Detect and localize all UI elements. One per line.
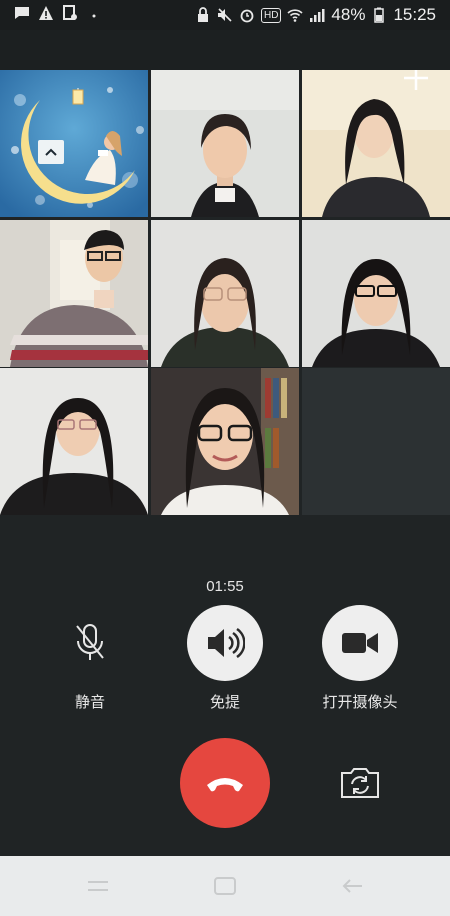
message-icon (15, 7, 29, 19)
participant-tile-3[interactable] (302, 70, 450, 217)
mute-circle[interactable] (52, 605, 128, 681)
video-camera-icon (342, 633, 378, 653)
participant-video-7 (0, 368, 148, 515)
camera-circle[interactable] (322, 605, 398, 681)
participant-tile-5[interactable] (151, 220, 299, 367)
wifi-icon (287, 9, 303, 22)
empty-tile (302, 368, 450, 515)
participant-tile-4[interactable] (0, 220, 148, 367)
mute-label: 静音 (74, 693, 105, 711)
participant-grid (0, 70, 450, 515)
plus-icon[interactable] (400, 70, 432, 94)
mute-button[interactable]: 静音 (30, 605, 150, 712)
chevron-up-icon (45, 148, 57, 156)
status-bar: HD 48% 15:25 (0, 0, 450, 30)
mute-notification-icon (217, 8, 232, 22)
speaker-circle[interactable] (187, 605, 263, 681)
battery-icon (374, 7, 385, 23)
participant-video-6 (302, 220, 450, 367)
camera-switch-icon[interactable] (338, 765, 382, 801)
system-nav-bar (0, 856, 450, 916)
back-icon[interactable] (336, 874, 368, 898)
participant-tile-7[interactable] (0, 368, 148, 515)
alarm-icon (240, 9, 254, 23)
speaker-icon (208, 627, 245, 659)
warning-icon (39, 6, 53, 20)
participant-video-5 (151, 220, 299, 367)
participant-tile-2[interactable] (151, 70, 299, 217)
moon-reading-illustration (0, 70, 148, 217)
hd-badge: HD (260, 7, 282, 23)
top-spacer (0, 30, 450, 70)
participant-tile-self[interactable] (0, 70, 148, 217)
hangup-button[interactable] (180, 738, 270, 828)
speaker-button[interactable]: 免提 (165, 605, 285, 712)
participant-video-2 (151, 70, 299, 217)
lock-icon (197, 7, 208, 22)
clock: 15:25 (393, 5, 436, 24)
camera-label: 打开摄像头 (322, 693, 398, 711)
dot-icon (92, 14, 96, 18)
phone-hangup-icon (207, 778, 243, 792)
participant-tile-6[interactable] (302, 220, 450, 367)
microphone-off-icon (76, 624, 104, 660)
speaker-label: 免提 (209, 693, 240, 711)
participant-tile-8[interactable] (151, 368, 299, 515)
home-icon[interactable] (209, 874, 241, 898)
call-timer: 01:55 (206, 578, 244, 595)
video-call-screen: HD 48% 15:25 01:55 静音 免提 打开摄像头 (0, 0, 450, 916)
collapse-button[interactable] (38, 140, 64, 164)
participant-video-8 (151, 368, 299, 515)
camera-button[interactable]: 打开摄像头 (300, 605, 420, 712)
recent-apps-icon[interactable] (82, 874, 114, 898)
signal-icon (310, 9, 325, 22)
participant-video-4 (0, 220, 148, 367)
clipboard-icon (63, 5, 77, 20)
battery-percent: 48% (331, 5, 366, 24)
